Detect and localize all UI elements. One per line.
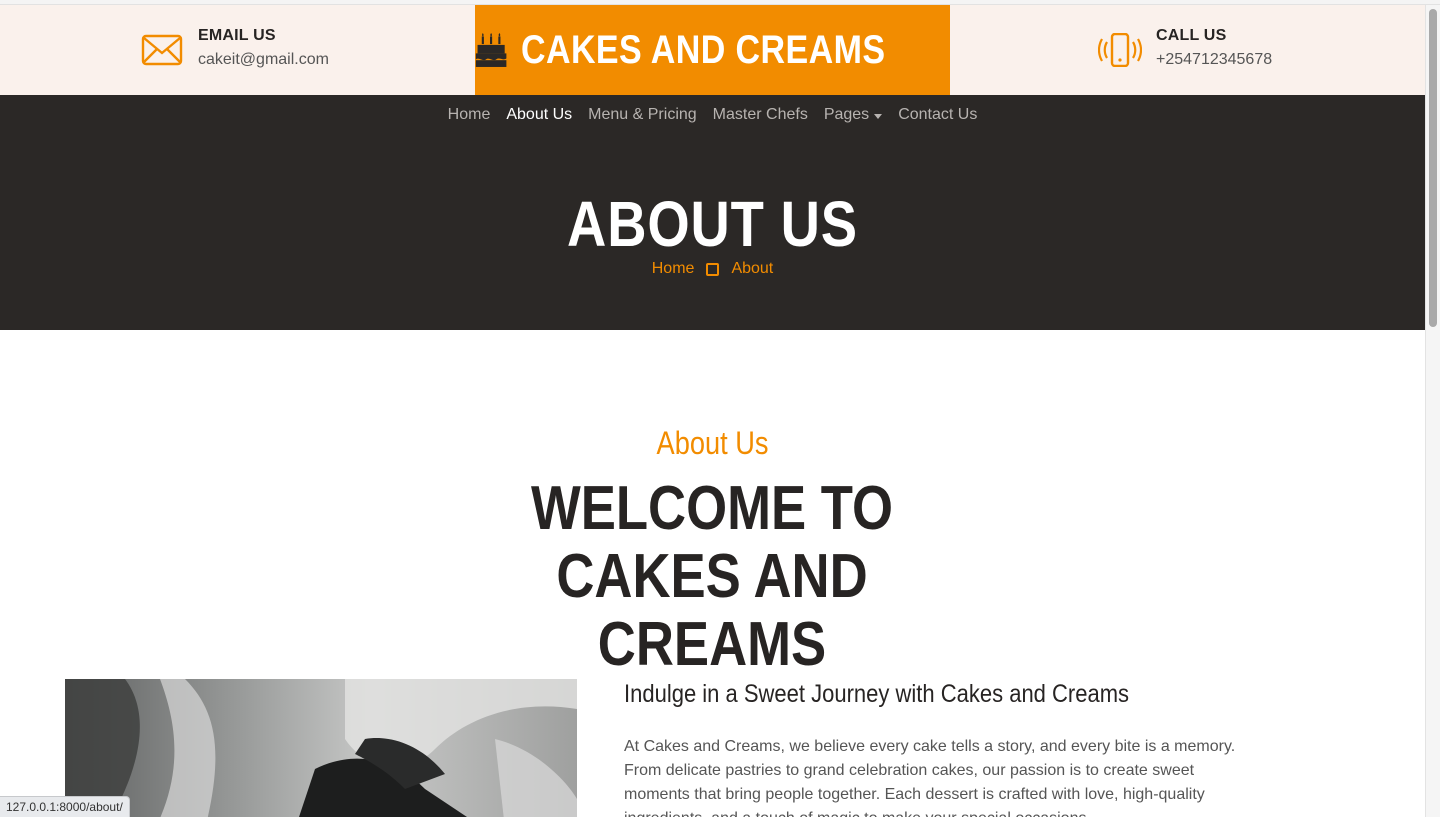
page-header: Home About Us Menu & Pricing Master Chef… — [0, 95, 1425, 330]
nav-item-menu-pricing[interactable]: Menu & Pricing — [588, 106, 697, 124]
status-bar-url: 127.0.0.1:8000/about/ — [0, 796, 130, 817]
vertical-scrollbar[interactable] — [1425, 5, 1440, 817]
nav-item-master-chefs[interactable]: Master Chefs — [713, 106, 808, 124]
breadcrumb-about: About — [731, 260, 774, 277]
scrollbar-thumb[interactable] — [1429, 9, 1437, 327]
page: EMAIL US cakeit@gmail.com CAKES AND CREA… — [0, 5, 1425, 817]
about-text-block: Indulge in a Sweet Journey with Cakes an… — [624, 680, 1254, 817]
breadcrumb-home[interactable]: Home — [652, 260, 695, 278]
envelope-icon — [140, 28, 184, 72]
birthday-cake-icon — [475, 33, 507, 67]
about-paragraph: At Cakes and Creams, we believe every ca… — [624, 738, 1236, 817]
nav-item-home[interactable]: Home — [448, 106, 491, 124]
phone-vibrate-icon — [1098, 28, 1142, 72]
nav-item-pages-dropdown[interactable]: Pages — [823, 106, 883, 124]
email-contact: EMAIL US cakeit@gmail.com — [140, 5, 329, 95]
about-image — [65, 679, 577, 817]
about-heading: Indulge in a Sweet Journey with Cakes an… — [624, 680, 1130, 708]
nav-item-pages-label: Pages — [823, 106, 870, 123]
breadcrumb: Home About — [0, 260, 1425, 278]
email-value[interactable]: cakeit@gmail.com — [198, 51, 329, 69]
section-label: About Us — [656, 425, 769, 461]
top-info-bar: EMAIL US cakeit@gmail.com CAKES AND CREA… — [0, 5, 1425, 95]
call-title: CALL US — [1156, 27, 1227, 44]
nav-item-about[interactable]: About Us — [506, 106, 572, 124]
brand-logo[interactable]: CAKES AND CREAMS — [475, 5, 950, 95]
call-value[interactable]: +254712345678 — [1156, 51, 1272, 69]
chevron-down-icon — [874, 113, 883, 119]
main-nav: Home About Us Menu & Pricing Master Chef… — [0, 95, 1425, 135]
breadcrumb-separator-icon — [706, 262, 720, 276]
section-title: WELCOME TO CAKES AND CREAMS — [530, 474, 894, 679]
email-title: EMAIL US — [198, 27, 276, 44]
call-contact: CALL US +254712345678 — [1098, 5, 1272, 95]
brand-name: CAKES AND CREAMS — [521, 27, 886, 72]
nav-item-contact[interactable]: Contact Us — [898, 106, 977, 124]
page-title: ABOUT US — [567, 188, 858, 260]
